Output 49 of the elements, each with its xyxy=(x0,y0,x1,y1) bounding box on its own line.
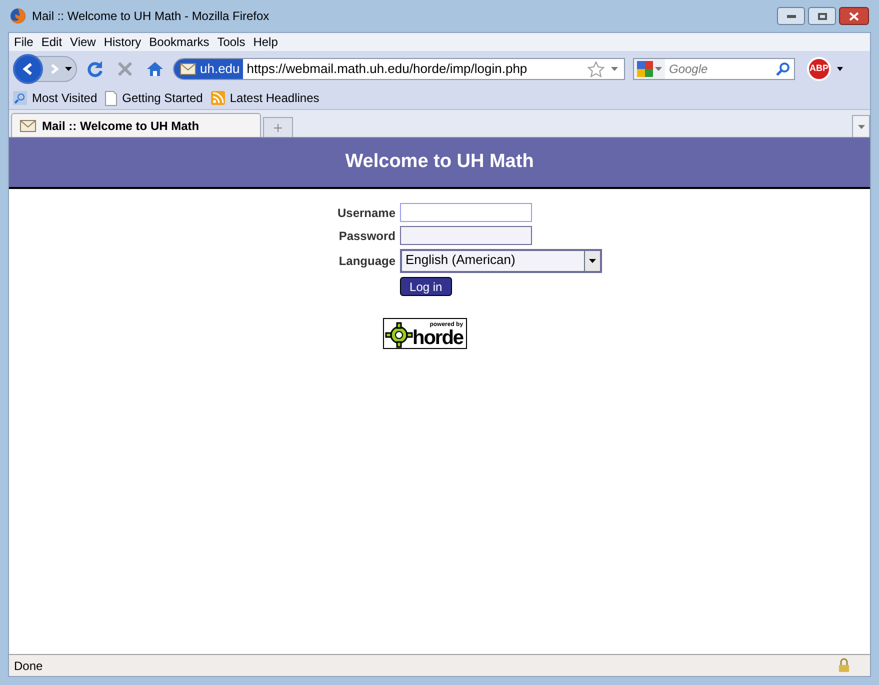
menu-item[interactable]: History xyxy=(104,33,142,51)
bookmark-item[interactable]: Getting Started xyxy=(105,89,203,107)
close-icon xyxy=(849,12,859,20)
envelope-icon xyxy=(20,120,36,132)
menu-item[interactable]: Tools xyxy=(217,33,246,51)
menu-item[interactable]: File xyxy=(14,33,34,51)
site-identity-badge[interactable]: uh.edu xyxy=(174,59,243,79)
language-select[interactable]: English (American) xyxy=(400,249,602,273)
search-engine-icon[interactable] xyxy=(634,59,665,79)
new-tab-button[interactable] xyxy=(263,117,293,137)
maximize-button[interactable] xyxy=(808,7,836,25)
field-label: Password xyxy=(338,228,396,244)
field-label: Username xyxy=(337,204,396,222)
search-icon[interactable] xyxy=(776,62,790,76)
login-button[interactable]: Log in xyxy=(400,277,452,296)
tab-list-button[interactable] xyxy=(852,115,870,137)
magnifier-page-icon xyxy=(13,91,27,105)
lock-icon xyxy=(838,658,850,673)
dropdown-icon[interactable] xyxy=(837,67,843,71)
browser-logo-icon xyxy=(10,8,26,24)
dropdown-icon[interactable] xyxy=(65,67,72,71)
menu-item[interactable]: Bookmarks xyxy=(149,33,210,51)
menu-item[interactable]: Edit xyxy=(41,33,62,51)
page-header: Welcome to UH Math xyxy=(9,138,870,189)
username-field[interactable] xyxy=(400,203,532,222)
password-field[interactable] xyxy=(400,226,532,245)
minimize-button[interactable] xyxy=(777,7,805,25)
dropdown-icon[interactable] xyxy=(584,251,600,271)
url-text: https://webmail.math.uh.edu/horde/imp/login.php xyxy=(246,60,528,78)
page-icon xyxy=(105,90,118,106)
back-button[interactable] xyxy=(13,54,43,84)
field-label: Language xyxy=(338,253,396,270)
adblock-button[interactable]: ABP xyxy=(807,57,831,81)
envelope-icon xyxy=(180,63,196,75)
window-title: Mail :: Welcome to UH Math - Mozilla Firefox xyxy=(32,8,270,25)
feed-icon xyxy=(210,91,225,105)
status-text: Done xyxy=(13,658,43,674)
bookmark-star-icon[interactable] xyxy=(587,60,605,78)
menu-item[interactable]: Help xyxy=(253,33,278,51)
search-bar[interactable]: Google xyxy=(633,58,795,80)
search-field[interactable]: Google xyxy=(665,60,776,78)
bookmark-item[interactable]: Most Visited xyxy=(13,89,98,107)
menu-item[interactable]: View xyxy=(70,33,96,51)
dropdown-icon xyxy=(858,124,864,128)
address-bar[interactable]: uh.edu https://webmail.math.uh.edu/horde/imp/login.php xyxy=(173,58,625,80)
close-button[interactable] xyxy=(839,7,869,25)
browser-tab[interactable]: Mail :: Welcome to UH Math xyxy=(11,113,261,137)
bookmark-item[interactable]: Latest Headlines xyxy=(210,89,320,107)
plus-icon xyxy=(274,124,282,132)
